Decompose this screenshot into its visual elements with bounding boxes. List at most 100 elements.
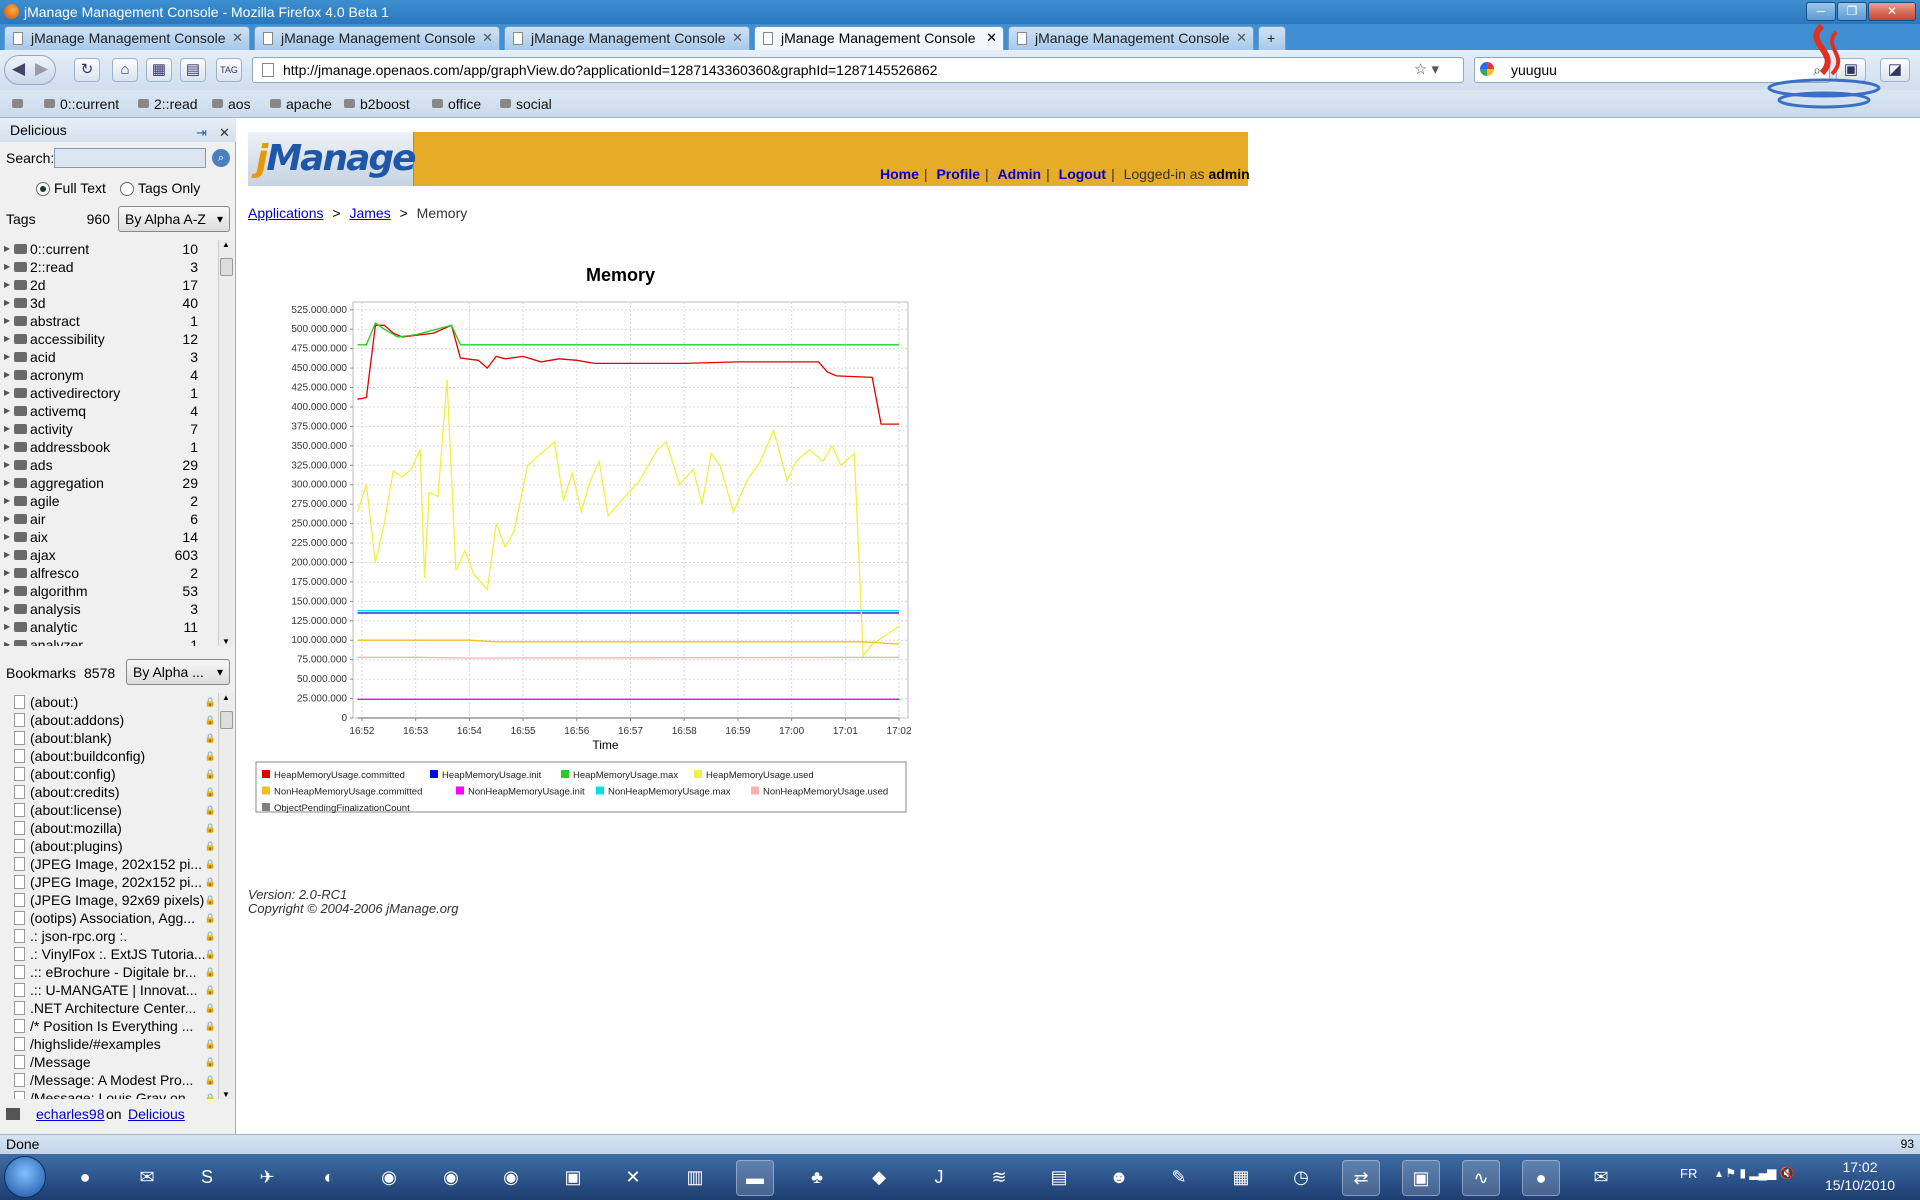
bookmark-item[interactable]: (about:mozilla) 🔒 [0, 819, 218, 837]
monitor-taskbar-icon[interactable]: ∿ [1462, 1160, 1500, 1196]
tag-item[interactable]: ▶ 2d 17 [0, 276, 218, 294]
eclipse-taskbar-icon[interactable]: ◉ [370, 1160, 408, 1196]
tag-item[interactable]: ▶ aix 14 [0, 528, 218, 546]
expand-icon[interactable]: ▶ [4, 600, 10, 618]
forward-icon[interactable]: ▶ [35, 59, 48, 79]
expand-icon[interactable]: ▶ [4, 330, 10, 348]
close-tab-icon[interactable]: ✕ [732, 27, 743, 49]
tags-only-radio[interactable]: Tags Only [120, 180, 200, 196]
sidebar-close-icon[interactable]: ✕ [219, 121, 230, 145]
clock-app-taskbar-icon[interactable]: ◷ [1282, 1160, 1320, 1196]
expand-icon[interactable]: ▶ [4, 510, 10, 528]
expand-icon[interactable]: ▶ [4, 636, 10, 646]
profile-link[interactable]: Profile [936, 166, 980, 182]
scroll-down-icon[interactable]: ▼ [222, 637, 230, 646]
bookmarks-sort-select[interactable]: By Alpha ... [126, 659, 230, 685]
app-taskbar-icon[interactable]: ▣ [1402, 1160, 1440, 1196]
terminal-taskbar-icon[interactable]: ▬ [736, 1160, 774, 1196]
thunderbird-taskbar-icon[interactable]: ✉ [128, 1160, 166, 1196]
expand-icon[interactable]: ▶ [4, 474, 10, 492]
bookmark-item[interactable]: (JPEG Image, 202x152 pi... 🔒 [0, 855, 218, 873]
browser-tab[interactable]: jManage Management Console ✕ [254, 26, 500, 50]
home-button[interactable]: ⌂ [112, 58, 138, 82]
expand-icon[interactable]: ▶ [4, 384, 10, 402]
bookmark-item[interactable]: .NET Architecture Center... 🔒 [0, 999, 218, 1017]
expand-icon[interactable]: ▶ [4, 312, 10, 330]
reload-button[interactable]: ↻ [74, 58, 100, 82]
bookmark-folder[interactable]: 2::read [138, 96, 198, 112]
tag-item[interactable]: ▶ 3d 40 [0, 294, 218, 312]
expand-icon[interactable]: ▶ [4, 420, 10, 438]
expand-icon[interactable]: ▶ [4, 582, 10, 600]
expand-icon[interactable]: ▶ [4, 294, 10, 312]
sidebar-search-input[interactable] [54, 148, 206, 168]
toolbar-grid-icon[interactable]: ▦ [146, 58, 172, 82]
expand-icon[interactable]: ▶ [4, 564, 10, 582]
tag-item[interactable]: ▶ aggregation 29 [0, 474, 218, 492]
firefox-taskbar-icon[interactable]: ● [66, 1160, 104, 1196]
bookmark-item[interactable]: .: VinylFox :. ExtJS Tutoria... 🔒 [0, 945, 218, 963]
new-tab-button[interactable]: + [1258, 26, 1286, 50]
tag-item[interactable]: ▶ analysis 3 [0, 600, 218, 618]
tag-item[interactable]: ▶ ads 29 [0, 456, 218, 474]
tag-item[interactable]: ▶ 0::current 10 [0, 240, 218, 258]
bookmark-item[interactable]: /Message 🔒 [0, 1053, 218, 1071]
winrar-taskbar-icon[interactable]: ▦ [1222, 1160, 1260, 1196]
skype-taskbar-icon[interactable]: S [188, 1160, 226, 1196]
tag-item[interactable]: ▶ agile 2 [0, 492, 218, 510]
expand-icon[interactable]: ▶ [4, 276, 10, 294]
scroll-thumb[interactable] [220, 711, 233, 729]
tag-item[interactable]: ▶ air 6 [0, 510, 218, 528]
tag-item[interactable]: ▶ abstract 1 [0, 312, 218, 330]
expand-icon[interactable]: ▶ [4, 240, 10, 258]
breadcrumb-applications[interactable]: Applications [248, 205, 324, 221]
bookmark-item[interactable]: /* Position Is Everything ... 🔒 [0, 1017, 218, 1035]
expand-icon[interactable]: ▶ [4, 438, 10, 456]
bookmark-item[interactable]: (JPEG Image, 202x152 pi... 🔒 [0, 873, 218, 891]
breadcrumb-james[interactable]: James [349, 205, 390, 221]
tag-item[interactable]: ▶ analytic 11 [0, 618, 218, 636]
tag-item[interactable]: ▶ algorithm 53 [0, 582, 218, 600]
tag-icon[interactable]: TAG [216, 58, 242, 82]
close-tab-icon[interactable]: ✕ [1236, 27, 1247, 49]
sidebar-pin-icon[interactable]: ⇥ [196, 121, 207, 145]
app-taskbar-icon[interactable]: ≋ [980, 1160, 1018, 1196]
expand-icon[interactable]: ▶ [4, 348, 10, 366]
sidebar-search-icon[interactable]: ⌕ [212, 149, 230, 167]
bookmark-item[interactable]: (about:config) 🔒 [0, 765, 218, 783]
tag-item[interactable]: ▶ activedirectory 1 [0, 384, 218, 402]
paint-taskbar-icon[interactable]: ✎ [1160, 1160, 1198, 1196]
expand-icon[interactable]: ▶ [4, 456, 10, 474]
bookmark-item[interactable]: .:: U-MANGATE | Innovat... 🔒 [0, 981, 218, 999]
mail-taskbar-icon[interactable]: ✉ [1582, 1160, 1620, 1196]
tag-item[interactable]: ▶ 2::read 3 [0, 258, 218, 276]
scroll-up-icon[interactable]: ▲ [222, 240, 230, 249]
bookmark-folder[interactable]: apache [270, 96, 332, 112]
scroll-thumb[interactable] [220, 258, 233, 276]
bookmark-item[interactable]: (about:blank) 🔒 [0, 729, 218, 747]
tags-sort-select[interactable]: By Alpha A-Z [118, 206, 230, 232]
bookmark-star-icon[interactable]: ☆ ▾ [1414, 58, 1439, 82]
app-taskbar-icon[interactable]: ♣ [798, 1160, 836, 1196]
bookmark-item[interactable]: (JPEG Image, 92x69 pixels) 🔒 [0, 891, 218, 909]
eclipse-taskbar-icon[interactable]: ◉ [492, 1160, 530, 1196]
language-indicator[interactable]: FR [1680, 1166, 1697, 1181]
url-bar[interactable]: http://jmanage.openaos.com/app/graphView… [252, 57, 1464, 83]
bookmark-item[interactable]: (about:addons) 🔒 [0, 711, 218, 729]
tag-item[interactable]: ▶ ajax 603 [0, 546, 218, 564]
java-editor-taskbar-icon[interactable]: J [920, 1160, 958, 1196]
bookmark-item[interactable]: /Message: Louis Gray on... 🔒 [0, 1089, 218, 1099]
browser-tab[interactable]: jManage Management Console ✕ [1008, 26, 1254, 50]
admin-link[interactable]: Admin [998, 166, 1042, 182]
bookmark-item[interactable]: (about:plugins) 🔒 [0, 837, 218, 855]
browser-tab[interactable]: jManage Management Console ✕ [4, 26, 250, 50]
gimp-taskbar-icon[interactable]: ☻ [1100, 1160, 1138, 1196]
tag-item[interactable]: ▶ acid 3 [0, 348, 218, 366]
app-taskbar-icon[interactable]: ◐ [310, 1160, 348, 1196]
bookmark-item[interactable]: .: json-rpc.org :. 🔒 [0, 927, 218, 945]
user-link[interactable]: echarles98 [36, 1106, 105, 1122]
bookmark-folder[interactable]: 0::current [44, 96, 119, 112]
expand-icon[interactable]: ▶ [4, 366, 10, 384]
eclipse-taskbar-icon[interactable]: ◉ [432, 1160, 470, 1196]
tag-item[interactable]: ▶ acronym 4 [0, 366, 218, 384]
